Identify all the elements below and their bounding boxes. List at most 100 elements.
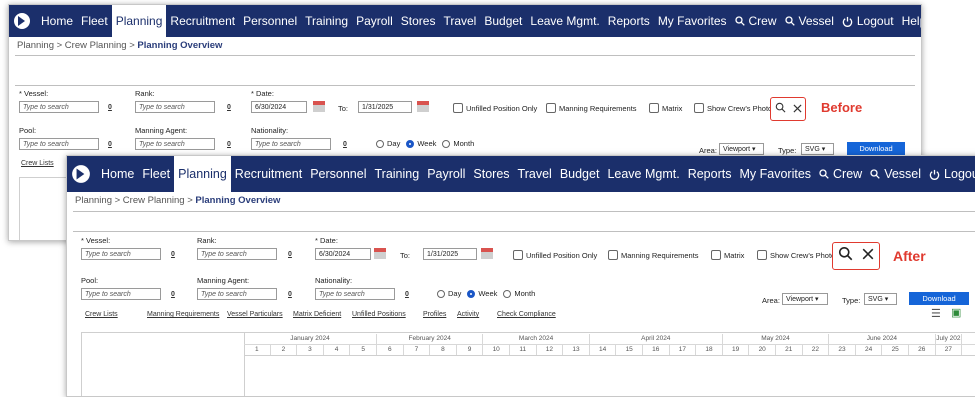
close-icon[interactable]: [792, 100, 802, 118]
radio-week-label: Week: [417, 139, 437, 148]
nav-item-leave-mgmt[interactable]: Leave Mgmt.: [526, 5, 603, 37]
search-icon[interactable]: [775, 100, 786, 118]
show-crew-photo-checkbox[interactable]: Show Crew's Photo: [694, 103, 772, 113]
type-select[interactable]: SVG ▾: [801, 143, 834, 155]
nav-item-home[interactable]: Home: [37, 5, 77, 37]
excel-icon[interactable]: ▣: [951, 306, 961, 319]
pool-count[interactable]: 0: [171, 291, 175, 298]
radio-week[interactable]: [467, 289, 476, 298]
link-check-compliance[interactable]: Check Compliance: [497, 311, 556, 318]
nav-item-budget[interactable]: Budget: [556, 156, 604, 192]
nav-item-planning[interactable]: Planning: [111, 5, 167, 37]
matrix-checkbox[interactable]: Matrix: [649, 103, 682, 113]
nav-item-personnel[interactable]: Personnel: [239, 5, 301, 37]
date-from-input[interactable]: 6/30/2024: [315, 248, 371, 260]
nav-item-stores[interactable]: Stores: [397, 5, 440, 37]
unfilled-only-checkbox[interactable]: Unfilled Position Only: [453, 103, 537, 113]
pool-input[interactable]: Type to search: [81, 288, 161, 300]
nav-crew-search[interactable]: Crew: [815, 156, 866, 192]
radio-month[interactable]: [503, 289, 512, 298]
type-select[interactable]: SVG ▾: [864, 293, 897, 305]
nav-item-stores[interactable]: Stores: [469, 156, 513, 192]
calendar-icon[interactable]: [313, 101, 325, 112]
radio-month[interactable]: [442, 139, 451, 148]
nav-logout[interactable]: Logout: [838, 5, 898, 37]
show-crew-photo-checkbox[interactable]: Show Crew's Photo: [757, 250, 835, 260]
week-cell: 5: [350, 345, 377, 355]
date-to-input[interactable]: 1/31/2025: [358, 101, 412, 113]
vessel-count[interactable]: 0: [171, 251, 175, 258]
manning-requirements-checkbox[interactable]: Manning Requirements: [546, 103, 637, 113]
nav-item-training[interactable]: Training: [301, 5, 352, 37]
vessel-input[interactable]: Type to search: [19, 101, 99, 113]
calendar-icon[interactable]: [417, 101, 429, 112]
nationality-count[interactable]: 0: [405, 291, 409, 298]
nav-item-my-favorites[interactable]: My Favorites: [654, 5, 731, 37]
nav-item-travel[interactable]: Travel: [439, 5, 480, 37]
week-cell: 3: [297, 345, 324, 355]
nav-vessel-search[interactable]: Vessel: [866, 156, 925, 192]
nav-item-fleet[interactable]: Fleet: [138, 156, 174, 192]
nav-item-reports[interactable]: Reports: [604, 5, 654, 37]
nav-logout[interactable]: Logout: [925, 156, 975, 192]
nav-item-training[interactable]: Training: [370, 156, 423, 192]
close-icon[interactable]: [862, 247, 874, 265]
nav-item-home[interactable]: Home: [97, 156, 138, 192]
list-icon[interactable]: ☰: [931, 307, 941, 320]
pool-count[interactable]: 0: [108, 141, 112, 148]
manning-agent-count[interactable]: 0: [288, 291, 292, 298]
nationality-input[interactable]: Type to search: [315, 288, 395, 300]
nav-item-recruitment[interactable]: Recruitment: [231, 156, 306, 192]
month-cell: February 2024: [377, 334, 484, 344]
date-from-input[interactable]: 6/30/2024: [251, 101, 307, 113]
link-manning-requirements[interactable]: Manning Requirements: [147, 311, 219, 318]
matrix-checkbox[interactable]: Matrix: [711, 250, 744, 260]
rank-count[interactable]: 0: [227, 104, 231, 111]
search-icon[interactable]: [838, 246, 853, 266]
unfilled-only-checkbox[interactable]: Unfilled Position Only: [513, 250, 597, 260]
nationality-input[interactable]: Type to search: [251, 138, 331, 150]
nav-item-leave-mgmt[interactable]: Leave Mgmt.: [603, 156, 683, 192]
rank-count[interactable]: 0: [288, 251, 292, 258]
rank-input[interactable]: Type to search: [135, 101, 215, 113]
nav-help[interactable]: Help: [898, 5, 921, 37]
radio-day[interactable]: [376, 139, 384, 148]
manning-agent-count[interactable]: 0: [227, 141, 231, 148]
nav-item-recruitment[interactable]: Recruitment: [166, 5, 239, 37]
calendar-icon[interactable]: [481, 248, 493, 259]
link-matrix-deficient[interactable]: Matrix Deficient: [293, 311, 341, 318]
link-activity[interactable]: Activity: [457, 311, 479, 318]
radio-week[interactable]: [406, 139, 415, 148]
nav-item-fleet[interactable]: Fleet: [77, 5, 112, 37]
nav-item-travel[interactable]: Travel: [514, 156, 556, 192]
manning-agent-input[interactable]: Type to search: [197, 288, 277, 300]
nav-item-personnel[interactable]: Personnel: [306, 156, 370, 192]
date-to-input[interactable]: 1/31/2025: [423, 248, 477, 260]
nav-crew-search[interactable]: Crew: [731, 5, 781, 37]
nav-item-my-favorites[interactable]: My Favorites: [735, 156, 815, 192]
link-vessel-particulars[interactable]: Vessel Particulars: [227, 311, 283, 318]
area-select[interactable]: Viewport ▾: [782, 293, 828, 305]
crew-lists-link[interactable]: Crew Lists: [21, 160, 54, 167]
manning-requirements-checkbox[interactable]: Manning Requirements: [608, 250, 699, 260]
radio-day[interactable]: [437, 289, 445, 298]
pool-input[interactable]: Type to search: [19, 138, 99, 150]
vessel-count[interactable]: 0: [108, 104, 112, 111]
calendar-icon[interactable]: [374, 248, 386, 259]
nav-vessel-search[interactable]: Vessel: [781, 5, 838, 37]
nav-item-payroll[interactable]: Payroll: [423, 156, 469, 192]
area-select[interactable]: Viewport ▾: [719, 143, 764, 155]
rank-input[interactable]: Type to search: [197, 248, 277, 260]
nav-item-budget[interactable]: Budget: [480, 5, 526, 37]
nav-item-planning[interactable]: Planning: [174, 156, 231, 192]
nationality-count[interactable]: 0: [343, 141, 347, 148]
nav-item-reports[interactable]: Reports: [684, 156, 736, 192]
nav-item-payroll[interactable]: Payroll: [352, 5, 397, 37]
download-button[interactable]: Download: [847, 142, 905, 155]
manning-agent-input[interactable]: Type to search: [135, 138, 215, 150]
download-button[interactable]: Download: [909, 292, 969, 305]
link-crew-lists[interactable]: Crew Lists: [85, 311, 118, 318]
link-profiles[interactable]: Profiles: [423, 311, 446, 318]
vessel-input[interactable]: Type to search: [81, 248, 161, 260]
link-unfilled-positions[interactable]: Unfilled Positions: [352, 311, 406, 318]
